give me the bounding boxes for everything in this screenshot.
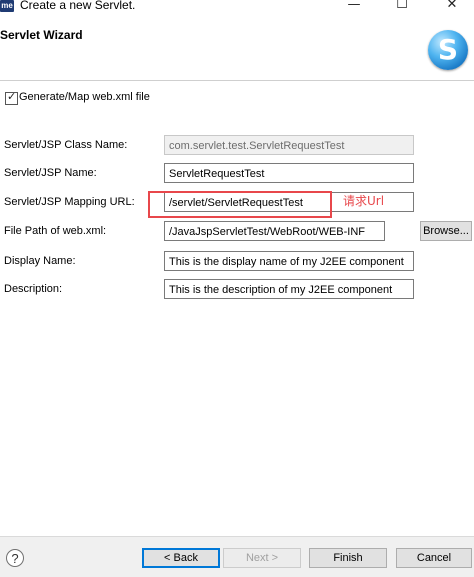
- display-name-input[interactable]: This is the display name of my J2EE comp…: [164, 251, 414, 271]
- web-xml-path-input[interactable]: /JavaJspServletTest/WebRoot/WEB-INF: [164, 221, 385, 241]
- servlet-logo-icon: S: [428, 30, 468, 70]
- web-xml-path-label: File Path of web.xml:: [4, 225, 107, 237]
- servlet-name-label: Servlet/JSP Name:: [4, 167, 97, 179]
- browse-button[interactable]: Browse...: [420, 221, 472, 241]
- description-label: Description:: [4, 283, 63, 295]
- generate-web-xml-checkbox[interactable]: [5, 90, 18, 105]
- class-name-label: Servlet/JSP Class Name:: [4, 139, 128, 151]
- generate-web-xml-label: Generate/Map web.xml file: [19, 91, 150, 103]
- servlet-name-input[interactable]: ServletRequestTest: [164, 163, 414, 183]
- minimize-button[interactable]: —: [334, 0, 374, 14]
- description-input[interactable]: This is the description of my J2EE compo…: [164, 279, 414, 299]
- cancel-button[interactable]: Cancel: [396, 548, 472, 568]
- maximize-button[interactable]: ☐: [382, 0, 422, 14]
- class-name-field: com.servlet.test.ServletRequestTest: [164, 135, 414, 155]
- next-button: Next >: [223, 548, 301, 568]
- help-icon[interactable]: ?: [6, 549, 24, 567]
- back-button[interactable]: < Back: [142, 548, 220, 568]
- app-icon: me: [0, 0, 14, 12]
- window-titlebar: me Create a new Servlet. — ☐ ✕: [0, 0, 474, 14]
- display-name-label: Display Name:: [4, 255, 76, 267]
- wizard-header: Servlet Wizard S: [0, 14, 474, 81]
- annotation-text: 请求Url: [343, 194, 385, 208]
- close-button[interactable]: ✕: [432, 0, 472, 14]
- window-title: Create a new Servlet.: [20, 0, 136, 12]
- annotation-highlight-box: [148, 191, 332, 218]
- wizard-title: Servlet Wizard: [0, 28, 83, 42]
- mapping-url-label: Servlet/JSP Mapping URL:: [4, 196, 135, 208]
- finish-button[interactable]: Finish: [309, 548, 387, 568]
